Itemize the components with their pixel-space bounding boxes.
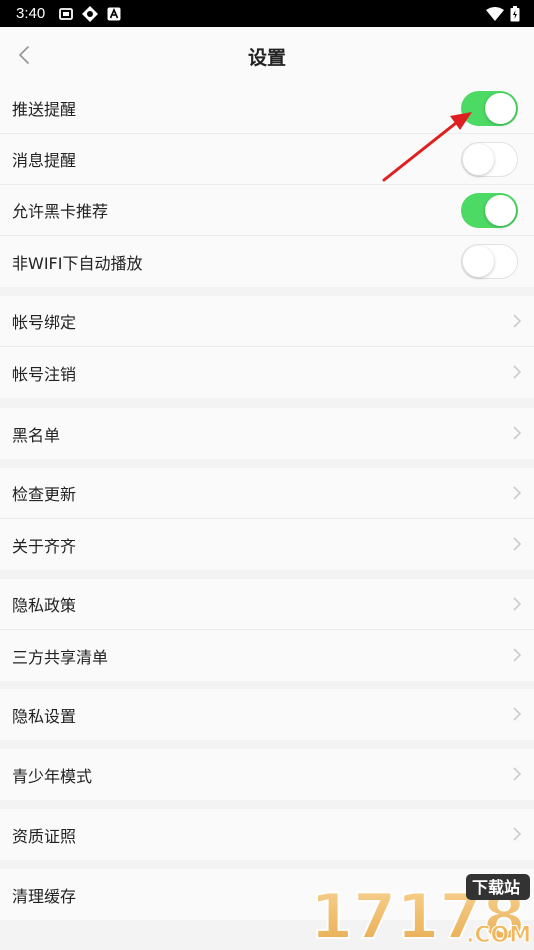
battery-icon — [510, 5, 520, 21]
message-reminder-toggle[interactable] — [461, 142, 518, 177]
push-reminder-toggle[interactable] — [461, 91, 518, 126]
push-reminder-label: 推送提醒 — [12, 100, 77, 119]
black-card-recommend-label: 允许黑卡推荐 — [12, 202, 109, 221]
clear-cache-label: 清理缓存 — [12, 886, 77, 906]
qualification-row[interactable]: 资质证照 — [0, 809, 534, 860]
message-reminder-label: 消息提醒 — [12, 151, 77, 170]
status-bar: 3:40 — [0, 0, 534, 27]
third-party-list-label: 三方共享清单 — [12, 647, 109, 667]
app-logo-icon — [82, 5, 99, 22]
chevron-right-icon — [513, 827, 522, 841]
account-cancel-row[interactable]: 帐号注销 — [0, 347, 534, 398]
about-row[interactable]: 关于齐齐 — [0, 519, 534, 570]
app-info-section: 检查更新 关于齐齐 — [0, 468, 534, 570]
qualification-label: 资质证照 — [12, 826, 77, 846]
page-title: 设置 — [247, 47, 286, 69]
third-party-list-row[interactable]: 三方共享清单 — [0, 630, 534, 681]
autoplay-non-wifi-label: 非WIFI下自动播放 — [12, 253, 143, 273]
chevron-right-icon — [513, 707, 522, 721]
black-card-recommend-toggle[interactable] — [461, 193, 518, 228]
status-system-icons — [486, 5, 520, 22]
toggle-knob — [463, 246, 494, 277]
check-update-label: 检查更新 — [12, 485, 77, 504]
youth-mode-label: 青少年模式 — [12, 766, 93, 786]
status-time: 3:40 — [16, 5, 46, 22]
blacklist-row[interactable]: 黑名单 — [0, 408, 534, 459]
push-reminder-row: 推送提醒 — [0, 83, 534, 134]
a-badge-icon — [107, 7, 121, 20]
youth-mode-section: 青少年模式 — [0, 749, 534, 800]
blacklist-section: 黑名单 — [0, 408, 534, 459]
youth-mode-row[interactable]: 青少年模式 — [0, 749, 534, 800]
toggle-knob — [463, 144, 494, 175]
account-binding-row[interactable]: 帐号绑定 — [0, 296, 534, 347]
check-update-row[interactable]: 检查更新 — [0, 468, 534, 519]
privacy-settings-row[interactable]: 隐私设置 — [0, 689, 534, 740]
chevron-right-icon — [513, 486, 522, 500]
site-watermark-logo: 17178 下载站 .COM — [309, 874, 532, 950]
black-card-recommend-row: 允许黑卡推荐 — [0, 185, 534, 236]
chevron-right-icon — [513, 767, 522, 781]
status-notification-icons — [59, 5, 121, 22]
notification-settings-section: 推送提醒 消息提醒 允许黑卡推荐 非WIFI下自动播放 — [0, 83, 534, 287]
autoplay-non-wifi-toggle[interactable] — [461, 244, 518, 279]
watermark-badge: 下载站 — [472, 878, 520, 897]
account-section: 帐号绑定 帐号注销 — [0, 296, 534, 398]
blacklist-label: 黑名单 — [12, 425, 61, 445]
privacy-settings-label: 隐私设置 — [12, 706, 77, 726]
autoplay-non-wifi-row: 非WIFI下自动播放 — [0, 236, 534, 287]
chevron-right-icon — [513, 314, 522, 328]
privacy-policy-row[interactable]: 隐私政策 — [0, 579, 534, 630]
gallery-icon — [59, 7, 74, 20]
chevron-right-icon — [513, 426, 522, 440]
privacy-policy-label: 隐私政策 — [12, 596, 77, 615]
app-header: 设置 — [0, 27, 534, 83]
account-cancel-label: 帐号注销 — [12, 364, 77, 384]
wifi-icon — [486, 6, 504, 21]
toggle-knob — [485, 93, 516, 124]
watermark-suffix: .COM — [466, 923, 531, 948]
account-binding-label: 帐号绑定 — [12, 313, 77, 332]
chevron-right-icon — [513, 648, 522, 662]
chevron-right-icon — [513, 597, 522, 611]
privacy-settings-section: 隐私设置 — [0, 689, 534, 740]
about-label: 关于齐齐 — [12, 536, 77, 556]
toggle-knob — [485, 195, 516, 226]
chevron-right-icon — [513, 537, 522, 551]
chevron-right-icon — [513, 365, 522, 379]
message-reminder-row: 消息提醒 — [0, 134, 534, 185]
qualification-section: 资质证照 — [0, 809, 534, 860]
privacy-section: 隐私政策 三方共享清单 — [0, 579, 534, 681]
